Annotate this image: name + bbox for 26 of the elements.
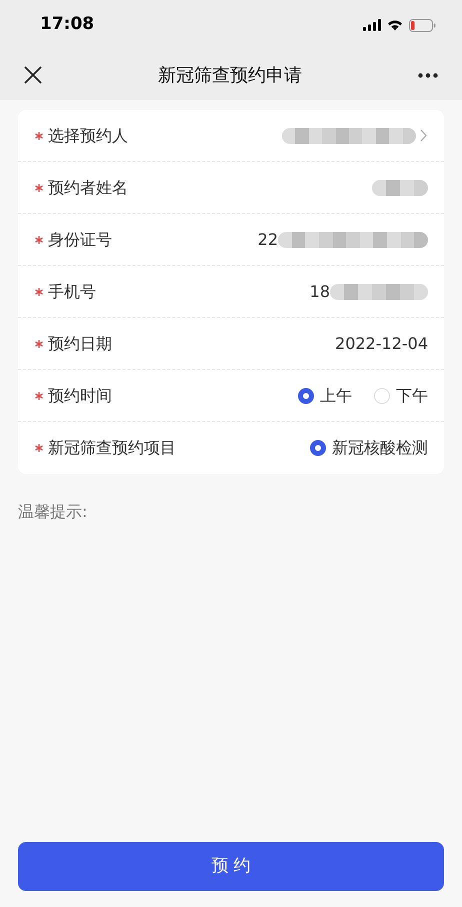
radio-option[interactable]: 下午 [374,384,428,408]
submit-button[interactable]: 预 约 [18,842,444,891]
field-label: 预约日期 [48,332,112,354]
field-label: 新冠筛查预约项目 [48,437,176,459]
field-value: 22 [258,228,278,250]
field-label: 预约时间 [48,384,112,406]
close-icon [24,66,42,84]
chevron-right-icon [420,129,428,142]
redacted-blur [372,180,428,196]
close-button[interactable] [22,64,44,86]
field-label: 身份证号 [48,228,112,250]
signal-icon [363,19,381,31]
battery-icon [409,18,436,32]
field-value: 2022-12-04 [335,332,428,354]
radio-option[interactable]: 上午 [298,384,352,408]
tip-label: 温馨提示: [18,502,88,521]
radio-option[interactable]: 新冠核酸检测 [310,436,428,460]
page-title: 新冠筛查预约申请 [158,64,302,88]
more-icon [418,72,438,78]
picker-row[interactable]: 选择预约人 [18,110,444,162]
field-label: 预约者姓名 [48,176,128,198]
status-time: 17:08 [40,13,94,36]
field-label: 选择预约人 [48,124,128,146]
wifi-icon [387,19,403,31]
field-label: 手机号 [48,280,96,302]
field-value: 18 [310,280,330,302]
